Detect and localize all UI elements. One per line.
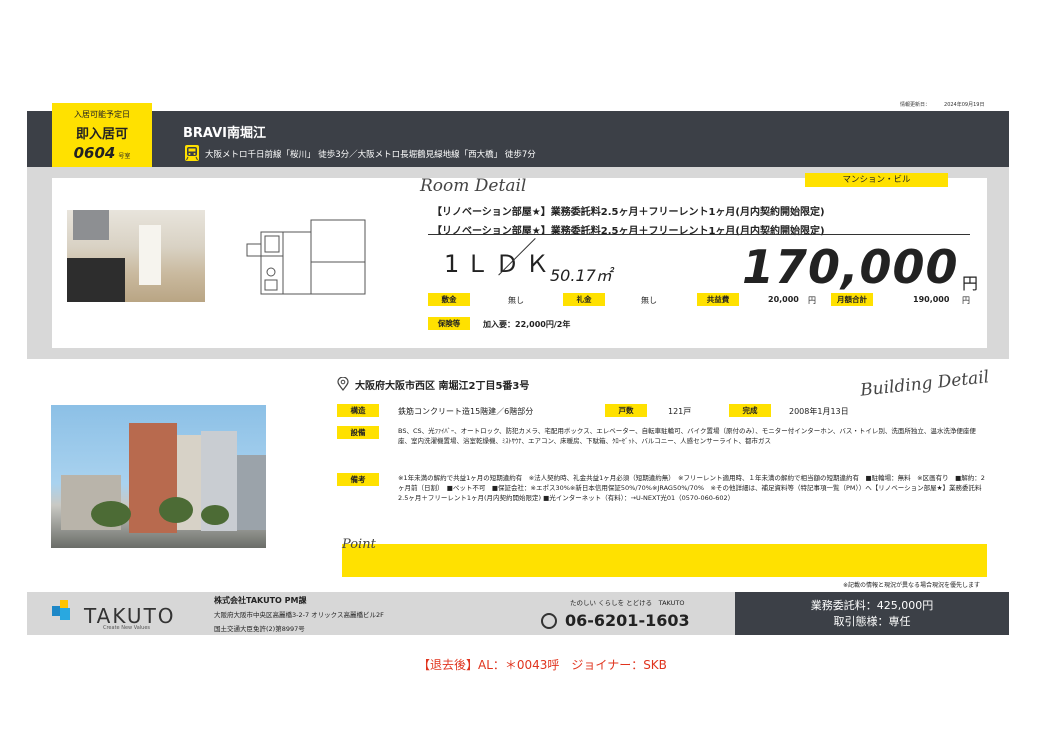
transaction-type: 取引態様：専任 — [833, 615, 911, 628]
key-money-value: 無し — [641, 296, 657, 305]
side-building-3 — [237, 455, 266, 530]
room-number: 0604 号室 — [52, 144, 152, 162]
station-access: 大阪メトロ千日前線「桜川」 徒歩3分／大阪メトロ長堀鶴見緑地線「西大橋」 徒歩7… — [205, 150, 536, 160]
availability-status: 即入居可 — [75, 127, 128, 142]
phone-icon — [541, 613, 557, 629]
facilities-value: BS、CS、光ﾌｧｲﾊﾞｰ、オートロック、防犯カメラ、宅配用ボックス、エレベータ… — [398, 427, 976, 445]
bottom-note: 【退去後】AL：＊0043呼 ジョイナー：SKB — [418, 658, 667, 672]
common-fee-unit: 円 — [808, 296, 816, 305]
property-type-badge: マンション・ビル — [805, 173, 948, 187]
point-bar — [342, 544, 987, 577]
insurance-value: 加入要：22,000円/2年 — [483, 320, 571, 329]
update-label: 情報更新日： — [900, 102, 931, 108]
units-value: 121戸 — [668, 407, 692, 416]
insurance-label: 保険等 — [428, 317, 470, 330]
completed-value: 2008年1月13日 — [789, 407, 849, 416]
monthly-total-label: 月額合計 — [831, 293, 873, 306]
company-info: 株式会社TAKUTO PM課 大阪府大阪市中央区高麗橋3-2-7 オリックス高麗… — [214, 594, 384, 636]
company-address: 大阪府大阪市中央区高麗橋3-2-7 オリックス高麗橋ビル2F — [214, 611, 384, 619]
floor-plan — [243, 214, 368, 298]
common-fee-label: 共益費 — [697, 293, 739, 306]
room-detail-heading: Room Detail — [420, 176, 527, 196]
structure-value: 鉄筋コンクリート造15階建／6階部分 — [398, 407, 534, 416]
floor-area: 50.17㎡ — [550, 266, 612, 285]
deposit-value: 無し — [508, 296, 524, 305]
tree — [91, 501, 131, 527]
update-date: 情報更新日： 2024年09月19日 — [886, 100, 984, 108]
rent-amount: 170,000 — [742, 240, 959, 294]
remarks-value: ※1年未満の解約で共益1ヶ月の短期違約有 ※法人契約時、礼金共益1ヶ月必須（短期… — [398, 474, 985, 502]
structure-label: 構造 — [337, 404, 379, 417]
point-heading: Point — [342, 537, 376, 552]
building-detail-heading: Building Detail — [859, 367, 991, 401]
key-money-label: 礼金 — [563, 293, 605, 306]
remarks-label: 備考 — [337, 473, 379, 486]
headline-1: 【リノベーション部屋★】業務委託料2.5ヶ月＋フリーレント1ヶ月(月内契約開始限… — [432, 207, 825, 218]
takuto-logo-icon — [52, 600, 76, 628]
headline-divider — [428, 234, 970, 235]
train-icon — [185, 145, 199, 161]
completed-label: 完成 — [729, 404, 771, 417]
building-name: BRAVI南堀江 — [183, 126, 266, 141]
commission-fee: 業務委託料：425,000円 — [810, 599, 934, 612]
update-value: 2024年09月19日 — [944, 102, 985, 108]
availability-label: 入居可能予定日 — [74, 110, 130, 119]
kitchen-counter — [67, 258, 125, 302]
address: 大阪府大阪市西区 南堀江2丁目5番3号 — [355, 381, 530, 392]
location-pin-icon — [337, 376, 349, 391]
room-number-suffix: 号室 — [118, 153, 131, 160]
range-hood — [73, 210, 109, 240]
room-photo — [67, 210, 205, 302]
disclaimer: ※記載の情報と現況が異なる場合現況を優先します — [843, 582, 981, 589]
company-license: 国土交通大臣免許(2)第8997号 — [214, 625, 305, 633]
company-name: 株式会社TAKUTO PM課 — [214, 596, 307, 605]
building-photo — [51, 405, 266, 548]
room-number-value: 0604 — [73, 144, 116, 162]
monthly-total-unit: 円 — [962, 296, 970, 305]
units-label: 戸数 — [605, 404, 647, 417]
monthly-total-value: 190,000 — [913, 295, 950, 304]
facilities-label: 設備 — [337, 426, 379, 439]
window — [139, 225, 161, 285]
deposit-label: 敷金 — [428, 293, 470, 306]
slogan: たのしい くらしを とどける TAKUTO — [570, 599, 685, 607]
rent-unit: 円 — [962, 274, 979, 293]
phone-number[interactable]: 06-6201-1603 — [565, 611, 690, 630]
tree — [201, 505, 229, 525]
fee-info: 業務委託料：425,000円 取引態様：専任 — [735, 598, 1009, 630]
common-fee-value: 20,000 — [768, 295, 799, 304]
tree — [159, 497, 193, 523]
logo-tagline: Create New Values — [103, 625, 151, 631]
